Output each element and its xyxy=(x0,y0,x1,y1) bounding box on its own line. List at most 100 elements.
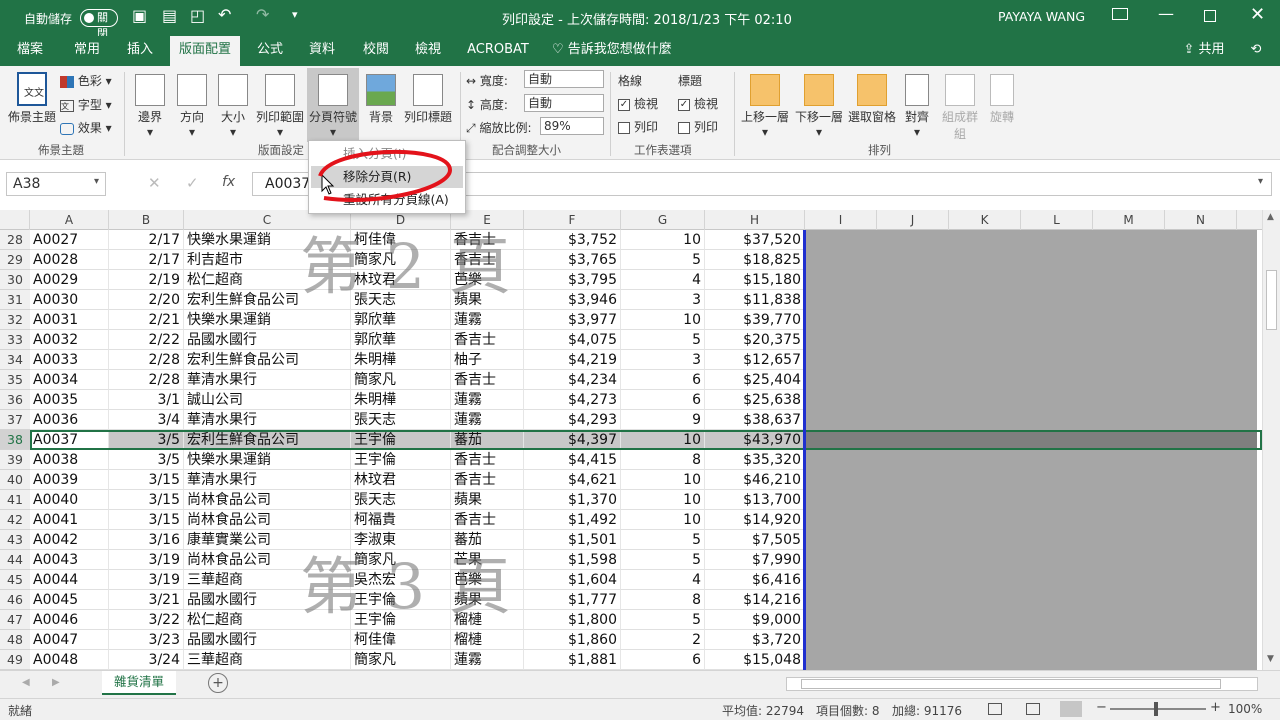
tab-acrobat[interactable]: ACROBAT xyxy=(462,36,534,66)
cell-e[interactable]: 柚子 xyxy=(451,350,524,370)
cell-e[interactable]: 蓮霧 xyxy=(451,310,524,330)
customize-qat-icon[interactable]: ▾ xyxy=(292,8,298,21)
cell-c[interactable]: 華清水果行 xyxy=(184,370,351,390)
cell-b[interactable]: 3/16 xyxy=(109,530,184,550)
cell-e[interactable]: 蓮霧 xyxy=(451,390,524,410)
height-select[interactable]: 自動 xyxy=(524,94,604,112)
history-icon[interactable]: ⟲ xyxy=(1244,36,1268,66)
row-number[interactable]: 35 xyxy=(0,370,30,390)
cell-b[interactable]: 3/15 xyxy=(109,470,184,490)
scale-input[interactable]: 89% xyxy=(540,117,604,135)
cell-g[interactable]: 4 xyxy=(621,570,705,590)
selection-pane-button[interactable]: 選取窗格 xyxy=(846,74,898,125)
scroll-down-icon[interactable]: ▼ xyxy=(1267,654,1274,664)
cell-d[interactable]: 朱明樺 xyxy=(351,390,451,410)
cell-a[interactable]: A0036 xyxy=(30,410,109,430)
cell-e[interactable]: 蓮霧 xyxy=(451,650,524,670)
cell-g[interactable]: 8 xyxy=(621,590,705,610)
tab-view[interactable]: 檢視 xyxy=(406,36,450,66)
cell-g[interactable]: 5 xyxy=(621,550,705,570)
headings-view-checkbox[interactable]: ✓ 檢視 xyxy=(678,95,718,112)
cell-a[interactable]: A0031 xyxy=(30,310,109,330)
width-select[interactable]: 自動 xyxy=(524,70,604,88)
cell-c[interactable]: 誠山公司 xyxy=(184,390,351,410)
prev-sheet-icon[interactable]: ◀ xyxy=(22,677,30,688)
col-header[interactable]: F xyxy=(524,210,621,230)
cell-b[interactable]: 2/20 xyxy=(109,290,184,310)
cell-d[interactable]: 王宇倫 xyxy=(351,430,451,450)
scroll-up-icon[interactable]: ▲ xyxy=(1267,212,1274,222)
cell-b[interactable]: 3/5 xyxy=(109,450,184,470)
tab-data[interactable]: 資料 xyxy=(300,36,344,66)
cell-d[interactable]: 柯福貴 xyxy=(351,510,451,530)
name-box-dropdown-icon[interactable]: ▾ xyxy=(94,176,99,187)
user-name[interactable]: PAYAYA WANG xyxy=(998,9,1085,24)
cell-a[interactable]: A0032 xyxy=(30,330,109,350)
page-layout-view-icon[interactable] xyxy=(1026,703,1040,715)
row-number[interactable]: 47 xyxy=(0,610,30,630)
cell-h[interactable]: $39,770 xyxy=(705,310,805,330)
background-button[interactable]: 背景 xyxy=(362,74,400,125)
cell-g[interactable]: 6 xyxy=(621,390,705,410)
sheet-tab-active[interactable]: 雜貨清單 xyxy=(102,671,176,695)
row-number[interactable]: 41 xyxy=(0,490,30,510)
tab-insert[interactable]: 插入 xyxy=(118,36,162,66)
cell-f[interactable]: $1,492 xyxy=(524,510,621,530)
cell-f[interactable]: $1,370 xyxy=(524,490,621,510)
row-number[interactable]: 46 xyxy=(0,590,30,610)
cell-e[interactable]: 榴槤 xyxy=(451,630,524,650)
cell-d[interactable]: 郭欣華 xyxy=(351,330,451,350)
cell-b[interactable]: 3/4 xyxy=(109,410,184,430)
cell-f[interactable]: $1,604 xyxy=(524,570,621,590)
cell-a[interactable]: A0045 xyxy=(30,590,109,610)
cell-g[interactable]: 2 xyxy=(621,630,705,650)
select-all-corner[interactable] xyxy=(0,210,30,230)
cancel-icon[interactable]: ✕ xyxy=(148,174,161,192)
cell-c[interactable]: 華清水果行 xyxy=(184,470,351,490)
send-backward-button[interactable]: 下移一層 ▾ xyxy=(794,74,844,139)
worksheet-grid[interactable]: 28 A0027 2/17 快樂水果運銷 柯佳偉 香吉士 $3,752 10 $37,520 29… xyxy=(0,230,1262,670)
cell-c[interactable]: 品國水國行 xyxy=(184,630,351,650)
cell-g[interactable]: 6 xyxy=(621,370,705,390)
cell-a[interactable]: A0038 xyxy=(30,450,109,470)
gridlines-print-checkbox[interactable]: 列印 xyxy=(618,118,658,135)
scroll-thumb[interactable] xyxy=(1266,270,1277,330)
cell-a[interactable]: A0028 xyxy=(30,250,109,270)
cell-c[interactable]: 宏利生鮮食品公司 xyxy=(184,350,351,370)
cell-g[interactable]: 3 xyxy=(621,350,705,370)
save-icon[interactable]: ▣ xyxy=(132,6,147,25)
col-header[interactable]: K xyxy=(949,210,1021,230)
cell-g[interactable]: 5 xyxy=(621,610,705,630)
cell-c[interactable]: 快樂水果運銷 xyxy=(184,450,351,470)
cell-a[interactable]: A0044 xyxy=(30,570,109,590)
cell-h[interactable]: $3,720 xyxy=(705,630,805,650)
tab-home[interactable]: 常用 xyxy=(62,36,112,66)
print-titles-button[interactable]: 列印標題 xyxy=(402,74,454,125)
enter-icon[interactable]: ✓ xyxy=(186,174,199,192)
cell-a[interactable]: A0042 xyxy=(30,530,109,550)
cell-f[interactable]: $1,860 xyxy=(524,630,621,650)
cell-h[interactable]: $35,320 xyxy=(705,450,805,470)
cell-a[interactable]: A0037 xyxy=(30,430,109,450)
cell-b[interactable]: 3/1 xyxy=(109,390,184,410)
cell-f[interactable]: $1,598 xyxy=(524,550,621,570)
cell-h[interactable]: $7,505 xyxy=(705,530,805,550)
col-header[interactable]: L xyxy=(1021,210,1093,230)
tell-me-search[interactable]: ♡ 告訴我您想做什麼 xyxy=(552,36,682,66)
cell-a[interactable]: A0030 xyxy=(30,290,109,310)
cell-h[interactable]: $14,216 xyxy=(705,590,805,610)
insert-function-icon[interactable]: fx xyxy=(222,174,235,190)
cell-a[interactable]: A0043 xyxy=(30,550,109,570)
cell-a[interactable]: A0035 xyxy=(30,390,109,410)
cell-f[interactable]: $3,765 xyxy=(524,250,621,270)
cell-b[interactable]: 3/15 xyxy=(109,510,184,530)
row-number[interactable]: 45 xyxy=(0,570,30,590)
cell-h[interactable]: $15,180 xyxy=(705,270,805,290)
cell-b[interactable]: 2/19 xyxy=(109,270,184,290)
zoom-in-icon[interactable]: + xyxy=(1210,700,1221,715)
cell-a[interactable]: A0046 xyxy=(30,610,109,630)
cell-a[interactable]: A0033 xyxy=(30,350,109,370)
cell-h[interactable]: $25,404 xyxy=(705,370,805,390)
cell-f[interactable]: $4,219 xyxy=(524,350,621,370)
col-header[interactable]: I xyxy=(805,210,877,230)
